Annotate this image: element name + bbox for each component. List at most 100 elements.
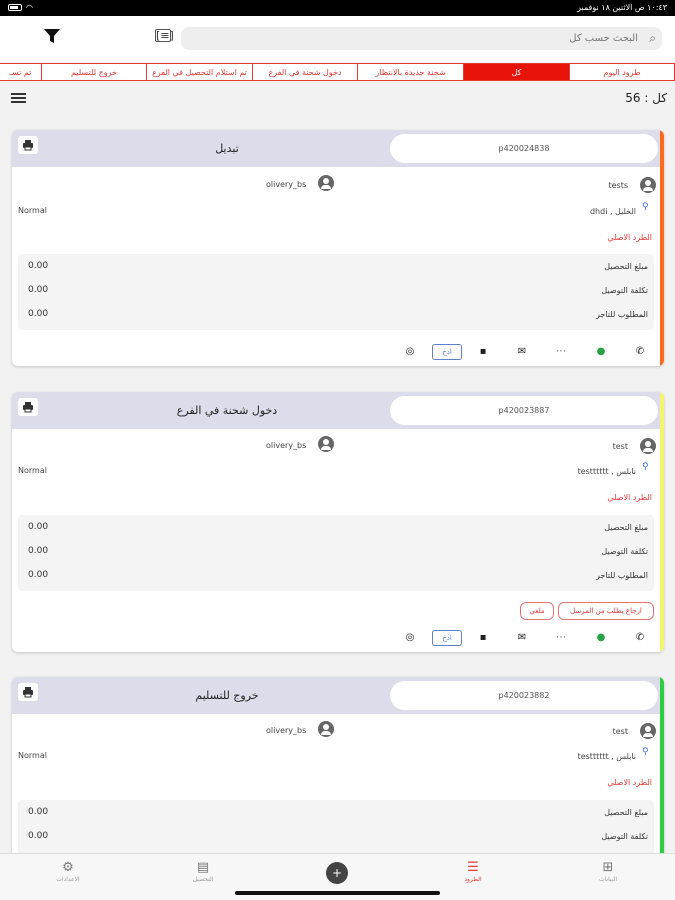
status-stripe: [660, 677, 664, 877]
driver-avatar-icon: [318, 721, 334, 737]
tab-new-waiting[interactable]: شحنة جديدة بالانتظار: [358, 63, 464, 81]
tab-collection-received[interactable]: تم استلام التحصيل في الفرع: [147, 63, 253, 81]
gear-icon: ⚙: [62, 860, 74, 875]
more-icon[interactable]: ⋯: [552, 343, 570, 361]
location-pin-icon: ⚲: [642, 462, 649, 472]
shipment-card[interactable]: p420024838 تبديل tests olivery_bs ⚲ الخل…: [12, 130, 664, 366]
nav-data[interactable]: ⊞ البيانات: [573, 860, 643, 883]
driver-avatar-icon: [318, 436, 334, 452]
amount-row: المطلوب للتاجر 0.00: [28, 570, 648, 580]
grid-icon: ⊞: [602, 860, 614, 875]
amount-row: تكلفة التوصيل 0.00: [28, 831, 648, 841]
status-stripe: [660, 392, 664, 652]
driver-name: olivery_bs: [266, 726, 307, 735]
card-actions: ✆ ● ⋯ ✉ ▪ ادخ ◎: [12, 629, 660, 647]
customer-name: test: [612, 727, 628, 736]
shipment-status: خروج للتسليم: [195, 689, 259, 702]
shipment-card[interactable]: p420023887 دخول شحنة في الفرع test olive…: [12, 392, 664, 652]
amount-row: مبلغ التحصيل 0.00: [28, 522, 648, 532]
home-indicator: [235, 891, 440, 895]
tab-today[interactable]: طرود اليوم: [570, 63, 675, 81]
card-header: p420023887 دخول شحنة في الفرع: [12, 392, 660, 429]
phone-icon[interactable]: ✆: [631, 629, 649, 647]
print-icon[interactable]: [18, 136, 38, 154]
customer-name: tests: [608, 181, 628, 190]
whatsapp-icon[interactable]: ●: [592, 629, 610, 647]
track-icon[interactable]: ◎: [401, 629, 419, 647]
amounts-box: مبلغ التحصيل 0.00 تكلفة التوصيل 0.00 الم…: [18, 515, 654, 591]
priority: Normal: [18, 751, 47, 760]
phone-icon[interactable]: ✆: [631, 343, 649, 361]
whatsapp-icon[interactable]: ●: [592, 343, 610, 361]
status-bar: ◠ ١٠:٤٣ ص الاثنين ١٨ نوفمبر: [0, 0, 675, 16]
tab-out-for-delivery[interactable]: خروج للتسليم: [42, 63, 147, 81]
tracking-number[interactable]: p420023882: [390, 681, 658, 710]
print-icon[interactable]: [18, 683, 38, 701]
customer-avatar-icon: [640, 438, 656, 454]
search-bar[interactable]: ⌕: [181, 27, 662, 50]
document-icon: ▤: [196, 860, 210, 875]
track-icon[interactable]: ◎: [401, 343, 419, 361]
search-input[interactable]: [198, 27, 638, 50]
print-icon[interactable]: [18, 398, 38, 416]
tab-in-branch[interactable]: دخول شحنة في الفرع: [253, 63, 358, 81]
priority: Normal: [18, 206, 47, 215]
more-icon[interactable]: ⋯: [552, 629, 570, 647]
tab-all[interactable]: كل: [464, 63, 570, 81]
location-pin-icon: ⚲: [642, 747, 649, 757]
driver-name: olivery_bs: [266, 180, 307, 189]
status-time: ١٠:٤٣ ص الاثنين ١٨ نوفمبر: [577, 3, 667, 12]
return-by-sender-button[interactable]: ارجاع بطلب من المرسل: [558, 602, 654, 620]
barcode-scan-icon[interactable]: [≡]: [155, 29, 174, 42]
edit-button[interactable]: ادخ: [432, 630, 462, 646]
customer-avatar-icon: [640, 177, 656, 193]
battery-icon: [8, 4, 22, 11]
nav-parcels[interactable]: ☰ الطرود: [438, 860, 508, 883]
amount-row: مبلغ التحصيل 0.00: [28, 807, 648, 817]
customer-name: test: [612, 442, 628, 451]
nav-settings[interactable]: ⚙ الاعدادات: [33, 860, 103, 883]
wifi-icon: ◠: [26, 3, 33, 12]
location: الخليل , dhdi: [589, 207, 636, 216]
parcel-type: الطرد الاصلي: [607, 233, 652, 242]
message-icon[interactable]: ▪: [474, 629, 492, 647]
list-icon: ☰: [467, 860, 479, 875]
driver-name: olivery_bs: [266, 441, 307, 450]
card-header: p420023882 خروج للتسليم: [12, 677, 660, 714]
card-actions: ✆ ● ⋯ ✉ ▪ ادخ ◎: [12, 343, 660, 361]
driver-avatar-icon: [318, 175, 334, 191]
cancel-button[interactable]: ملغي: [520, 602, 554, 620]
add-icon[interactable]: +: [326, 862, 348, 884]
location: نابلس , testttttt: [577, 467, 636, 476]
amount-row: تكلفة التوصيل 0.00: [28, 285, 648, 295]
filter-icon[interactable]: [43, 28, 61, 44]
card-header: p420024838 تبديل: [12, 130, 660, 167]
amounts-box: مبلغ التحصيل 0.00 تكلفة التوصيل 0.00 الم…: [18, 254, 654, 330]
menu-icon[interactable]: [11, 93, 26, 104]
shipment-status: دخول شحنة في الفرع: [176, 404, 278, 417]
tracking-number[interactable]: p420024838: [390, 134, 658, 163]
edit-button[interactable]: ادخ: [432, 344, 462, 360]
amount-row: تكلفة التوصيل 0.00: [28, 546, 648, 556]
status-tabs: طرود اليوم كل شحنة جديدة بالانتظار دخول …: [0, 63, 675, 81]
tab-delivered[interactable]: تم تسـ: [0, 63, 42, 81]
amounts-box: مبلغ التحصيل 0.00 تكلفة التوصيل 0.00: [18, 800, 654, 860]
shipment-card[interactable]: p420023882 خروج للتسليم test olivery_bs …: [12, 677, 664, 877]
app-header: ⌕ [≡]: [0, 16, 675, 62]
total-count: كل : 56: [625, 91, 667, 105]
parcel-type: الطرد الاصلي: [607, 493, 652, 502]
location-pin-icon: ⚲: [642, 202, 649, 212]
message-icon[interactable]: ▪: [474, 343, 492, 361]
email-icon[interactable]: ✉: [513, 343, 531, 361]
search-icon: ⌕: [649, 31, 656, 45]
email-icon[interactable]: ✉: [513, 629, 531, 647]
parcel-type: الطرد الاصلي: [607, 778, 652, 787]
customer-avatar-icon: [640, 723, 656, 739]
amount-row: مبلغ التحصيل 0.00: [28, 261, 648, 271]
priority: Normal: [18, 466, 47, 475]
shipment-status: تبديل: [215, 142, 239, 155]
location: نابلس , testttttt: [577, 752, 636, 761]
nav-collection[interactable]: ▤ التحصيل: [168, 860, 238, 883]
amount-row: المطلوب للتاجر 0.00: [28, 309, 648, 319]
tracking-number[interactable]: p420023887: [390, 396, 658, 425]
